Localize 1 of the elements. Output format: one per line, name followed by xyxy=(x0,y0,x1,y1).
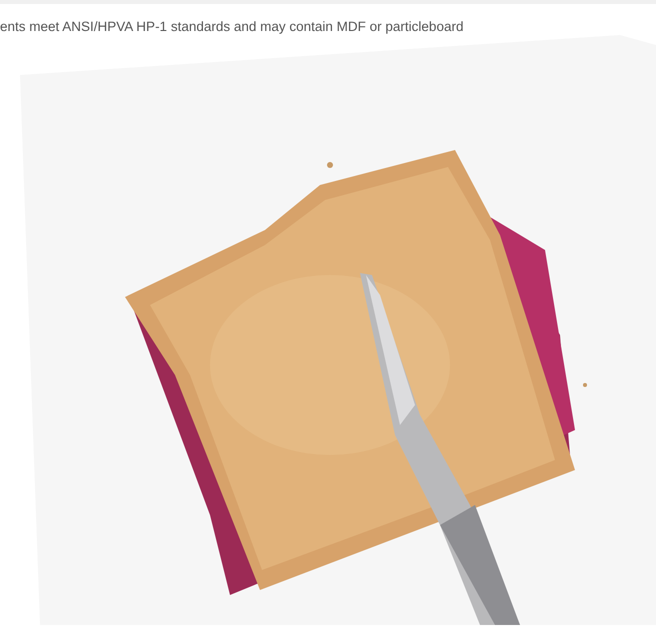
caption-text: ents meet ANSI/HPVA HP-1 standards and may contain MDF or particleboard xyxy=(0,18,464,36)
